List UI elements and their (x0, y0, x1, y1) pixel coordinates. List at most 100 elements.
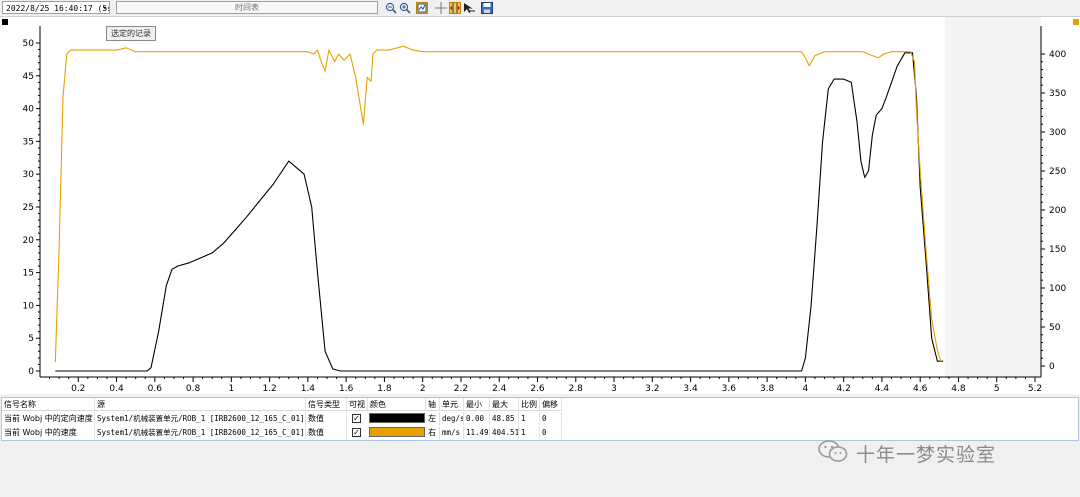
toolbar: 2022/8/25 16:40:17 (5s) ▾ (0, 0, 1080, 17)
signal-name[interactable]: 当前 Wobj 中的速度 (2, 426, 95, 439)
signal-unit: deg/s (442, 412, 464, 425)
signal-axis[interactable]: 右 (426, 426, 440, 439)
signal-max: 48.85 (490, 412, 519, 425)
color-swatch[interactable] (369, 413, 425, 423)
signal-scale[interactable]: 1 (519, 426, 540, 439)
zoom-in-icon[interactable] (399, 2, 411, 14)
header-unit[interactable]: 单元 (440, 398, 464, 411)
right-tick-label: 200 (1049, 206, 1066, 216)
x-tick-label: 2.4 (492, 384, 507, 394)
signal-max: 404.51 (492, 426, 519, 439)
x-tick-label: 2.8 (569, 384, 584, 394)
watermark: 十年一梦实验室 (818, 438, 996, 468)
right-tick-label: 350 (1049, 89, 1066, 99)
left-tick-label: 20 (23, 236, 35, 246)
x-tick-label: 1 (228, 384, 234, 394)
signal-type: 数值 (306, 412, 347, 425)
signal-axis[interactable]: 左 (426, 412, 440, 425)
left-tick-label: 5 (28, 334, 34, 344)
signal-min: 11.49 (466, 426, 490, 439)
signal-type: 数值 (306, 426, 347, 439)
zoom-fit-icon[interactable] (416, 2, 428, 14)
recording-select[interactable]: 2022/8/25 16:40:17 (5s) ▾ (2, 1, 110, 14)
header-name[interactable]: 信号名称 (2, 398, 95, 411)
header-offset[interactable]: 偏移 (540, 398, 562, 411)
axes: 0510152025303540455005010015020025030035… (23, 26, 1066, 394)
left-tick-label: 25 (23, 203, 34, 213)
left-axis-marker (2, 19, 8, 25)
signal-offset[interactable]: 0 (540, 426, 562, 439)
save-icon[interactable] (481, 2, 493, 14)
right-tick-label: 100 (1049, 284, 1066, 294)
series-lines (54, 45, 944, 372)
x-tick-label: 3.2 (645, 384, 659, 394)
visible-checkbox[interactable]: ✓ (352, 414, 361, 423)
right-tick-label: 50 (1049, 323, 1061, 333)
header-scale[interactable]: 比例 (519, 398, 540, 411)
chart-area[interactable]: 0 5 10 15 20 25 30 35 40 45 50 0 50 100 150 200 250 300 35… (0, 17, 1080, 394)
right-tick-label: 0 (1049, 362, 1055, 372)
signal-min: 0.00 (464, 412, 490, 425)
signal-unit: mm/s (440, 426, 464, 439)
color-swatch[interactable] (369, 427, 425, 437)
x-tick-label: 3.6 (722, 384, 737, 394)
x-tick-label: 5.2 (1028, 384, 1042, 394)
zoom-out-icon[interactable] (385, 2, 397, 14)
x-tick-label: 4.2 (836, 384, 850, 394)
left-tick-label: 35 (23, 137, 34, 147)
x-tick-label: 4 (803, 384, 809, 394)
cursor-sync-icon[interactable] (449, 2, 461, 14)
crosshair-icon[interactable] (435, 2, 447, 14)
signal-name[interactable]: 当前 Wobj 中的定向速度 (2, 412, 95, 425)
header-color[interactable]: 颜色 (368, 398, 426, 411)
right-tick-label: 250 (1049, 167, 1066, 177)
left-tick-label: 10 (23, 301, 35, 311)
header-type[interactable]: 信号类型 (306, 398, 347, 411)
left-tick-label: 15 (23, 269, 34, 279)
x-tick-label: 0.8 (186, 384, 201, 394)
signal-offset[interactable]: 0 (540, 412, 562, 425)
x-tick-label: 3.4 (683, 384, 698, 394)
x-tick-label: 0.6 (148, 384, 163, 394)
x-tick-label: 2.2 (454, 384, 468, 394)
series-line-angular-speed (55, 52, 944, 372)
left-tick-label: 40 (23, 105, 35, 115)
signal-source: System1/机械装置单元/ROB_1 [IRB2600_12_165_C_0… (97, 426, 306, 439)
left-tick-label: 0 (28, 367, 34, 377)
x-tick-label: 3.8 (760, 384, 775, 394)
right-tick-label: 150 (1049, 245, 1066, 255)
x-tick-label: 1.8 (377, 384, 392, 394)
header-min[interactable]: 最小 (464, 398, 490, 411)
visible-checkbox[interactable]: ✓ (352, 428, 361, 437)
x-tick-label: 1.4 (301, 384, 316, 394)
x-tick-label: 4.4 (875, 384, 890, 394)
header-axis[interactable]: 轴 (426, 398, 440, 411)
pointer-icon[interactable] (463, 2, 475, 14)
left-tick-label: 50 (23, 39, 35, 49)
header-source[interactable]: 源 (95, 398, 306, 411)
x-tick-label: 4.6 (913, 384, 928, 394)
selected-record-tooltip: 选定的记录 (106, 26, 156, 41)
x-tick-label: 0.4 (109, 384, 124, 394)
x-tick-label: 2 (420, 384, 426, 394)
signal-scale[interactable]: 1 (519, 412, 540, 425)
right-tick-label: 400 (1049, 50, 1066, 60)
x-tick-label: 5 (994, 384, 1000, 394)
time-range-input[interactable] (116, 1, 378, 14)
recording-select-value: 2022/8/25 16:40:17 (5s) (6, 4, 110, 13)
watermark-text: 十年一梦实验室 (856, 443, 997, 466)
out-of-range-band (945, 17, 1041, 377)
x-tick-label: 1.2 (262, 384, 276, 394)
series-line-speed (54, 45, 942, 363)
trend-chart[interactable]: 0510152025303540455005010015020025030035… (0, 17, 1080, 394)
header-max[interactable]: 最大 (490, 398, 519, 411)
left-tick-label: 30 (23, 170, 35, 180)
x-tick-label: 1.6 (339, 384, 354, 394)
header-visible[interactable]: 可视 (347, 398, 368, 411)
x-tick-label: 2.6 (530, 384, 545, 394)
signal-source: System1/机械装置单元/ROB_1 [IRB2600_12_165_C_0… (97, 412, 306, 425)
right-tick-label: 300 (1049, 128, 1066, 138)
right-axis-marker (1073, 19, 1079, 25)
x-tick-label: 0.2 (71, 384, 85, 394)
wechat-icon (818, 439, 848, 468)
